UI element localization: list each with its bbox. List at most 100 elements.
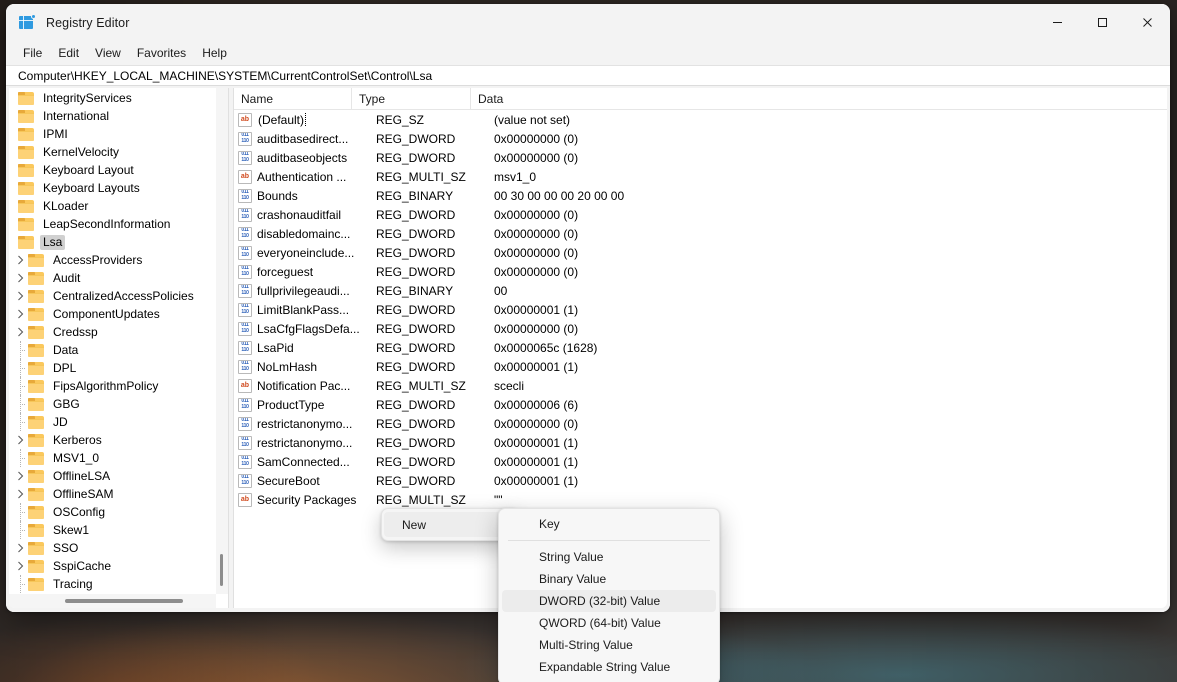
tree-item-tracing[interactable]: Tracing <box>9 575 216 593</box>
tree-horizontal-scroll-thumb[interactable] <box>65 599 183 603</box>
value-row[interactable]: 011 110 SamConnected... REG_DWORD 0x00000001… <box>234 452 1167 471</box>
chevron-right-icon[interactable] <box>13 467 28 485</box>
tree-item-kernelvelocity[interactable]: KernelVelocity <box>9 143 216 161</box>
chevron-right-icon[interactable] <box>13 431 28 449</box>
tree-item-lsa[interactable]: Lsa <box>9 233 216 251</box>
tree-item-credssp[interactable]: Credssp <box>9 323 216 341</box>
tree-item-keyboard-layout[interactable]: Keyboard Layout <box>9 161 216 179</box>
submenu-item-label: Multi-String Value <box>539 638 633 652</box>
value-type-cell: REG_DWORD <box>376 150 456 165</box>
maximize-button[interactable] <box>1080 4 1125 41</box>
value-row[interactable]: 011 110 restrictanonymo... REG_DWORD 0x00000… <box>234 414 1167 433</box>
menu-file[interactable]: File <box>15 44 50 62</box>
menu-edit[interactable]: Edit <box>50 44 87 62</box>
tree-horizontal-scrollbar[interactable] <box>9 594 216 608</box>
value-data-cell: 0x00000001 (1) <box>494 359 579 374</box>
value-type-cell: REG_DWORD <box>376 340 456 355</box>
registry-tree-list: IntegrityServices International IPMI Kernel… <box>9 88 216 608</box>
context-menu-item-new[interactable]: New <box>384 512 516 537</box>
value-row[interactable]: 011 110 NoLmHash REG_DWORD 0x00000001 (1) <box>234 357 1167 376</box>
tree-item-audit[interactable]: Audit <box>9 269 216 287</box>
tree-item-componentupdates[interactable]: ComponentUpdates <box>9 305 216 323</box>
tree-item-kerberos[interactable]: Kerberos <box>9 431 216 449</box>
tree-item-gbg[interactable]: GBG <box>9 395 216 413</box>
value-row[interactable]: 011 110 LimitBlankPass... REG_DWORD 0x000000… <box>234 300 1167 319</box>
value-row[interactable]: 011 110 disabledomainc... REG_DWORD 0x000000… <box>234 224 1167 243</box>
chevron-right-icon[interactable] <box>13 539 28 557</box>
value-row[interactable]: 011 110 SecureBoot REG_DWORD 0x00000001 (1) <box>234 471 1167 490</box>
submenu-item[interactable]: Key <box>502 513 716 535</box>
tree-item-centralizedaccesspolicies[interactable]: CentralizedAccessPolicies <box>9 287 216 305</box>
column-header-data[interactable]: Data <box>471 88 1167 109</box>
tree-item-sso[interactable]: SSO <box>9 539 216 557</box>
binary-value-icon: 011 110 <box>238 264 252 279</box>
value-row[interactable]: 011 110 ProductType REG_DWORD 0x00000006 (6) <box>234 395 1167 414</box>
tree-vertical-scrollbar[interactable] <box>216 88 228 594</box>
submenu-item[interactable]: Binary Value <box>502 568 716 590</box>
value-type-cell: REG_MULTI_SZ <box>376 378 466 393</box>
address-bar[interactable]: Computer\HKEY_LOCAL_MACHINE\SYSTEM\Curre… <box>6 65 1170 86</box>
tree-item-international[interactable]: International <box>9 107 216 125</box>
value-row[interactable]: 011 110 crashonauditfail REG_DWORD 0x0000000… <box>234 205 1167 224</box>
value-row[interactable]: 011 110 Bounds REG_BINARY 00 30 00 00 00 20 … <box>234 186 1167 205</box>
chevron-right-icon[interactable] <box>13 287 28 305</box>
value-row[interactable]: ab Notification Pac... REG_MULTI_SZ scecli <box>234 376 1167 395</box>
chevron-right-icon[interactable] <box>13 305 28 323</box>
value-row[interactable]: 011 110 restrictanonymo... REG_DWORD 0x00000… <box>234 433 1167 452</box>
value-row[interactable]: 011 110 LsaCfgFlagsDefa... REG_DWORD 0x00000… <box>234 319 1167 338</box>
chevron-right-icon[interactable] <box>13 323 28 341</box>
tree-item-fipsalgorithmpolicy[interactable]: FipsAlgorithmPolicy <box>9 377 216 395</box>
chevron-right-icon[interactable] <box>13 557 28 575</box>
tree-item-offlinelsa[interactable]: OfflineLSA <box>9 467 216 485</box>
minimize-button[interactable] <box>1035 4 1080 41</box>
value-row[interactable]: ab Security Packages REG_MULTI_SZ "" <box>234 490 1167 509</box>
folder-icon <box>28 307 44 321</box>
value-type-cell: REG_DWORD <box>376 226 456 241</box>
title-bar[interactable]: Registry Editor <box>6 4 1170 41</box>
tree-guide-line <box>13 449 28 467</box>
value-row[interactable]: 011 110 forceguest REG_DWORD 0x00000000 (0) <box>234 262 1167 281</box>
menu-help[interactable]: Help <box>194 44 235 62</box>
tree-item-sspicache[interactable]: SspiCache <box>9 557 216 575</box>
registry-tree-pane[interactable]: IntegrityServices International IPMI Kernel… <box>9 88 228 608</box>
submenu-item[interactable]: String Value <box>502 546 716 568</box>
tree-item-osconfig[interactable]: OSConfig <box>9 503 216 521</box>
chevron-right-icon[interactable] <box>13 269 28 287</box>
tree-item-skew1[interactable]: Skew1 <box>9 521 216 539</box>
tree-vertical-scroll-thumb[interactable] <box>220 554 223 586</box>
tree-item-jd[interactable]: JD <box>9 413 216 431</box>
column-header-name[interactable]: Name <box>234 88 352 109</box>
value-row[interactable]: ab Authentication ... REG_MULTI_SZ msv1_0 <box>234 167 1167 186</box>
folder-icon <box>28 271 44 285</box>
menu-view[interactable]: View <box>87 44 129 62</box>
chevron-right-icon[interactable] <box>13 251 28 269</box>
value-row[interactable]: 011 110 auditbaseobjects REG_DWORD 0x0000000… <box>234 148 1167 167</box>
value-row[interactable]: 011 110 everyoneinclude... REG_DWORD 0x00000… <box>234 243 1167 262</box>
tree-item-ipmi[interactable]: IPMI <box>9 125 216 143</box>
tree-item-label: FipsAlgorithmPolicy <box>53 378 159 393</box>
submenu-item[interactable]: Multi-String Value <box>502 634 716 656</box>
value-type-cell: REG_DWORD <box>376 416 456 431</box>
value-row[interactable]: ab (Default) REG_SZ (value not set) <box>234 110 1167 129</box>
value-row[interactable]: 011 110 fullprivilegeaudi... REG_BINARY 00 <box>234 281 1167 300</box>
menu-favorites[interactable]: Favorites <box>129 44 194 62</box>
tree-item-dpl[interactable]: DPL <box>9 359 216 377</box>
column-header-type[interactable]: Type <box>352 88 471 109</box>
submenu-item[interactable]: QWORD (64-bit) Value <box>502 612 716 634</box>
tree-item-offlinesam[interactable]: OfflineSAM <box>9 485 216 503</box>
value-row[interactable]: 011 110 LsaPid REG_DWORD 0x0000065c (1628) <box>234 338 1167 357</box>
tree-item-integrityservices[interactable]: IntegrityServices <box>9 89 216 107</box>
folder-icon <box>28 559 44 573</box>
tree-guide-line <box>13 395 28 413</box>
tree-item-keyboard-layouts[interactable]: Keyboard Layouts <box>9 179 216 197</box>
tree-item-data[interactable]: Data <box>9 341 216 359</box>
tree-item-accessproviders[interactable]: AccessProviders <box>9 251 216 269</box>
submenu-item[interactable]: DWORD (32-bit) Value <box>502 590 716 612</box>
submenu-item[interactable]: Expandable String Value <box>502 656 716 678</box>
tree-item-msv1-0[interactable]: MSV1_0 <box>9 449 216 467</box>
tree-item-leapsecondinformation[interactable]: LeapSecondInformation <box>9 215 216 233</box>
chevron-right-icon[interactable] <box>13 485 28 503</box>
close-button[interactable] <box>1125 4 1170 41</box>
value-row[interactable]: 011 110 auditbasedirect... REG_DWORD 0x00000… <box>234 129 1167 148</box>
tree-item-kloader[interactable]: KLoader <box>9 197 216 215</box>
